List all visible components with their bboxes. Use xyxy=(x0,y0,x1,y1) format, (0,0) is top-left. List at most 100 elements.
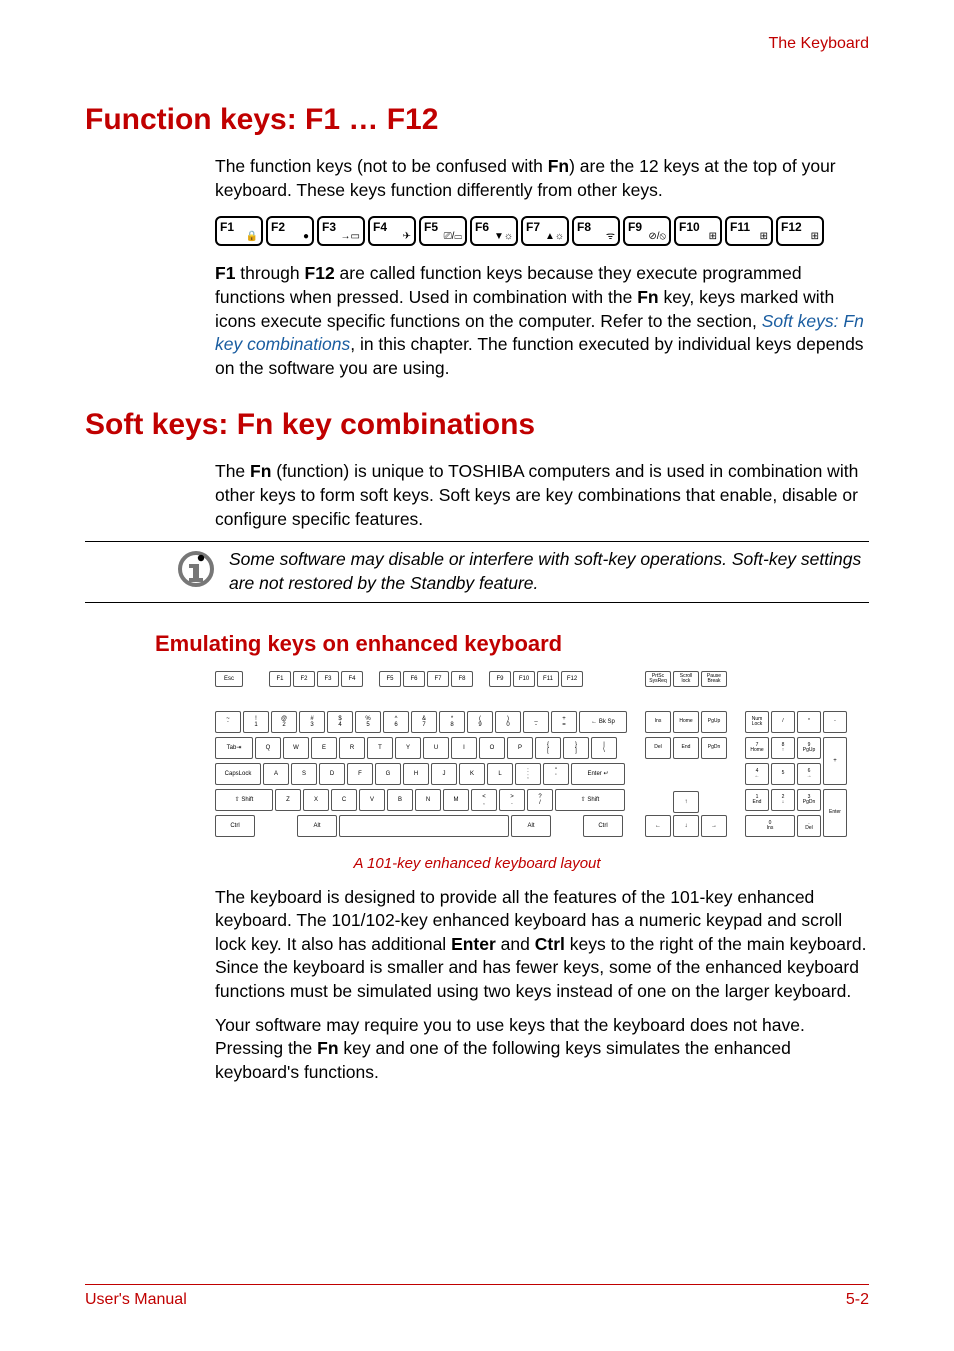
kbd-key: Ins xyxy=(645,711,671,733)
kbd-key: PgUp xyxy=(701,711,727,733)
kbd-key: { [ xyxy=(535,737,561,759)
kbd-key: 5 xyxy=(771,763,795,785)
f2-icon: ● xyxy=(303,231,309,242)
kbd-key: + xyxy=(823,737,847,785)
kbd-key: O xyxy=(479,737,505,759)
kbd-key: Y xyxy=(395,737,421,759)
fn-key-label: Fn xyxy=(548,156,569,176)
fkey-f8: F8ᯤ xyxy=(572,216,620,246)
kbd-key: J xyxy=(431,763,457,785)
kbd-key: F8 xyxy=(451,671,473,687)
kbd-key: Tab⇥ xyxy=(215,737,253,759)
emulating-p1: The keyboard is designed to provide all … xyxy=(215,886,869,1004)
kbd-key: $ 4 xyxy=(327,711,353,733)
kbd-key: / xyxy=(771,711,795,733)
kbd-key: PrtSc SysReq xyxy=(645,671,671,687)
kbd-key: 8 ↑ xyxy=(771,737,795,759)
f9-icon: ⊘/⦸ xyxy=(648,231,666,242)
kbd-key: Del xyxy=(645,737,671,759)
emulating-p2: Your software may require you to use key… xyxy=(215,1014,869,1085)
kbd-key: . Del xyxy=(797,815,821,837)
kbd-key: - xyxy=(823,711,847,733)
kbd-key: B xyxy=(387,789,413,811)
info-icon xyxy=(175,548,217,590)
kbd-key: 6 → xyxy=(797,763,821,785)
fkey-f3: F3→▭ xyxy=(317,216,365,246)
f1-icon: 🔒 xyxy=(246,231,258,242)
kbd-key: 7 Home xyxy=(745,737,769,759)
kbd-key: End xyxy=(673,737,699,759)
subsection-title-emulating: Emulating keys on enhanced keyboard xyxy=(155,631,869,657)
kbd-key: F11 xyxy=(537,671,559,687)
kbd-key: Num Lock xyxy=(745,711,769,733)
kbd-key: F12 xyxy=(561,671,583,687)
fkey-f1: F1🔒 xyxy=(215,216,263,246)
kbd-key: R xyxy=(339,737,365,759)
kbd-key: % 5 xyxy=(355,711,381,733)
kbd-key: F4 xyxy=(341,671,363,687)
kbd-key: 1 End xyxy=(745,789,769,811)
fkey-f4: F4✈ xyxy=(368,216,416,246)
note-box: Some software may disable or interfere w… xyxy=(85,541,869,602)
kbd-key: ⇧ Shift xyxy=(215,789,273,811)
page-footer: User's Manual 5-2 xyxy=(85,1284,869,1309)
text: through xyxy=(235,263,304,283)
fn-key-label: Fn xyxy=(250,461,271,481)
fkey-f9: F9⊘/⦸ xyxy=(623,216,671,246)
kbd-key: ~ ` xyxy=(215,711,241,733)
kbd-key: ) 0 xyxy=(495,711,521,733)
kbd-key: Enter xyxy=(823,789,847,837)
kbd-key: @ 2 xyxy=(271,711,297,733)
kbd-key: ? / xyxy=(527,789,553,811)
fn-key-label: Fn xyxy=(637,287,658,307)
kbd-key: + = xyxy=(551,711,577,733)
fkey-f7: F7▲☼ xyxy=(521,216,569,246)
kbd-key: PgDn xyxy=(701,737,727,759)
kbd-key: ↓ xyxy=(673,815,699,837)
kbd-key: D xyxy=(319,763,345,785)
kbd-key: Ctrl xyxy=(215,815,255,837)
function-keys-intro: The function keys (not to be confused wi… xyxy=(215,155,869,202)
kbd-key: ⇧ Shift xyxy=(555,789,625,811)
kbd-key: S xyxy=(291,763,317,785)
kbd-key: F3 xyxy=(317,671,339,687)
kbd-key: F10 xyxy=(513,671,535,687)
fkey-f2: F2● xyxy=(266,216,314,246)
kbd-key: Q xyxy=(255,737,281,759)
kbd-key: F7 xyxy=(427,671,449,687)
enhanced-keyboard-illustration: EscF1F2F3F4F5F6F7F8F9F10F11F12PrtSc SysR… xyxy=(215,671,855,851)
kbd-key: M xyxy=(443,789,469,811)
kbd-key: * 8 xyxy=(439,711,465,733)
kbd-key: CapsLock xyxy=(215,763,261,785)
f6-icon: ▼☼ xyxy=(494,231,513,242)
f12-icon: ⊞ xyxy=(811,231,819,242)
kbd-key: ← Bk Sp xyxy=(579,711,627,733)
fn-key-label: Fn xyxy=(317,1038,338,1058)
f1-label: F1 xyxy=(215,263,235,283)
kbd-key: U xyxy=(423,737,449,759)
kbd-key: Home xyxy=(673,711,699,733)
footer-right: 5-2 xyxy=(846,1291,869,1309)
kbd-key: Alt xyxy=(511,815,551,837)
kbd-key: V xyxy=(359,789,385,811)
kbd-key: < , xyxy=(471,789,497,811)
kbd-key: L xyxy=(487,763,513,785)
kbd-key: _ - xyxy=(523,711,549,733)
kbd-key: 2 ↓ xyxy=(771,789,795,811)
kbd-key: N xyxy=(415,789,441,811)
f7-icon: ▲☼ xyxy=(545,231,564,242)
kbd-key: → xyxy=(701,815,727,837)
kbd-key: | \ xyxy=(591,737,617,759)
kbd-key: F xyxy=(347,763,373,785)
kbd-key: F9 xyxy=(489,671,511,687)
kbd-key: C xyxy=(331,789,357,811)
f3-icon: →▭ xyxy=(341,231,360,242)
kbd-key: 0 Ins xyxy=(745,815,795,837)
fkey-f5: F5⎚/▭ xyxy=(419,216,467,246)
kbd-key xyxy=(339,815,509,837)
kbd-key: > . xyxy=(499,789,525,811)
kbd-key: Scroll lock xyxy=(673,671,699,687)
text: (function) is unique to TOSHIBA computer… xyxy=(215,461,858,528)
soft-keys-intro: The Fn (function) is unique to TOSHIBA c… xyxy=(215,460,869,531)
kbd-key: Alt xyxy=(297,815,337,837)
